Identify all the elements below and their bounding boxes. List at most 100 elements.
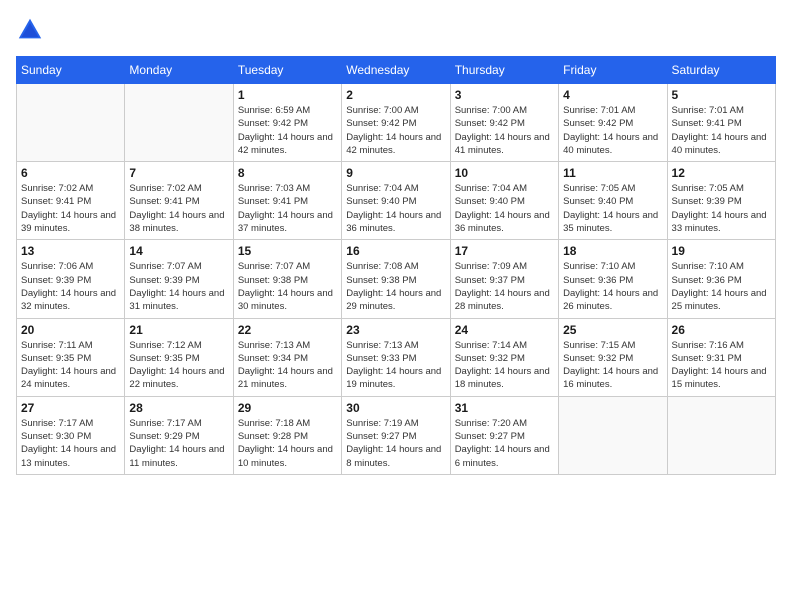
day-number: 19: [672, 244, 771, 258]
calendar-cell: [559, 396, 667, 474]
calendar-cell: 6 Sunrise: 7:02 AM Sunset: 9:41 PM Daylig…: [17, 162, 125, 240]
calendar-cell: 31Sunrise: 7:20 AM Sunset: 9:27 PM Dayli…: [450, 396, 558, 474]
day-number: 30: [346, 401, 445, 415]
calendar-week-2: 6 Sunrise: 7:02 AM Sunset: 9:41 PM Daylig…: [17, 162, 776, 240]
day-number: 8: [238, 166, 337, 180]
day-number: 10: [455, 166, 554, 180]
day-info: Sunrise: 7:14 AM Sunset: 9:32 PM Dayligh…: [455, 339, 554, 392]
calendar-cell: 9 Sunrise: 7:04 AM Sunset: 9:40 PM Daylig…: [342, 162, 450, 240]
day-info: Sunrise: 7:02 AM Sunset: 9:41 PM Dayligh…: [21, 182, 120, 235]
day-info: Sunrise: 7:12 AM Sunset: 9:35 PM Dayligh…: [129, 339, 228, 392]
calendar-cell: 17 Sunrise: 7:09 AM Sunset: 9:37 PM Dayli…: [450, 240, 558, 318]
calendar-table: SundayMondayTuesdayWednesdayThursdayFrid…: [16, 56, 776, 475]
calendar-cell: 12 Sunrise: 7:05 AM Sunset: 9:39 PM Dayli…: [667, 162, 775, 240]
calendar-cell: 25 Sunrise: 7:15 AM Sunset: 9:32 PM Dayli…: [559, 318, 667, 396]
day-number: 15: [238, 244, 337, 258]
calendar-week-3: 13 Sunrise: 7:06 AM Sunset: 9:39 PM Dayli…: [17, 240, 776, 318]
day-number: 18: [563, 244, 662, 258]
calendar-cell: 22 Sunrise: 7:13 AM Sunset: 9:34 PM Dayli…: [233, 318, 341, 396]
day-info: Sunrise: 7:07 AM Sunset: 9:38 PM Dayligh…: [238, 260, 337, 313]
day-info: Sunrise: 7:04 AM Sunset: 9:40 PM Dayligh…: [455, 182, 554, 235]
day-number: 23: [346, 323, 445, 337]
calendar-cell: 28 Sunrise: 7:17 AM Sunset: 9:29 PM Dayli…: [125, 396, 233, 474]
calendar-cell: 29 Sunrise: 7:18 AM Sunset: 9:28 PM Dayli…: [233, 396, 341, 474]
calendar-week-4: 20Sunrise: 7:11 AM Sunset: 9:35 PM Dayli…: [17, 318, 776, 396]
day-info: Sunrise: 7:01 AM Sunset: 9:41 PM Dayligh…: [672, 104, 771, 157]
day-info: Sunrise: 7:10 AM Sunset: 9:36 PM Dayligh…: [563, 260, 662, 313]
calendar-week-1: 1 Sunrise: 6:59 AM Sunset: 9:42 PM Daylig…: [17, 84, 776, 162]
page-header: [16, 16, 776, 44]
column-header-thursday: Thursday: [450, 57, 558, 84]
logo-icon: [16, 16, 44, 44]
calendar-cell: 20Sunrise: 7:11 AM Sunset: 9:35 PM Dayli…: [17, 318, 125, 396]
day-info: Sunrise: 7:10 AM Sunset: 9:36 PM Dayligh…: [672, 260, 771, 313]
calendar-header-row: SundayMondayTuesdayWednesdayThursdayFrid…: [17, 57, 776, 84]
day-info: Sunrise: 7:19 AM Sunset: 9:27 PM Dayligh…: [346, 417, 445, 470]
day-number: 25: [563, 323, 662, 337]
calendar-cell: 13 Sunrise: 7:06 AM Sunset: 9:39 PM Dayli…: [17, 240, 125, 318]
day-number: 29: [238, 401, 337, 415]
day-number: 6: [21, 166, 120, 180]
day-info: Sunrise: 7:11 AM Sunset: 9:35 PM Dayligh…: [21, 339, 120, 392]
calendar-cell: 5 Sunrise: 7:01 AM Sunset: 9:41 PM Daylig…: [667, 84, 775, 162]
day-number: 12: [672, 166, 771, 180]
day-info: Sunrise: 7:00 AM Sunset: 9:42 PM Dayligh…: [455, 104, 554, 157]
column-header-sunday: Sunday: [17, 57, 125, 84]
day-number: 7: [129, 166, 228, 180]
day-info: Sunrise: 7:06 AM Sunset: 9:39 PM Dayligh…: [21, 260, 120, 313]
calendar-cell: 8Sunrise: 7:03 AM Sunset: 9:41 PM Daylig…: [233, 162, 341, 240]
calendar-cell: 26Sunrise: 7:16 AM Sunset: 9:31 PM Dayli…: [667, 318, 775, 396]
day-number: 22: [238, 323, 337, 337]
column-header-saturday: Saturday: [667, 57, 775, 84]
calendar-cell: 7 Sunrise: 7:02 AM Sunset: 9:41 PM Daylig…: [125, 162, 233, 240]
day-info: Sunrise: 7:15 AM Sunset: 9:32 PM Dayligh…: [563, 339, 662, 392]
day-number: 21: [129, 323, 228, 337]
calendar-cell: 4 Sunrise: 7:01 AM Sunset: 9:42 PM Daylig…: [559, 84, 667, 162]
day-info: Sunrise: 7:04 AM Sunset: 9:40 PM Dayligh…: [346, 182, 445, 235]
calendar-cell: 24 Sunrise: 7:14 AM Sunset: 9:32 PM Dayli…: [450, 318, 558, 396]
day-info: Sunrise: 6:59 AM Sunset: 9:42 PM Dayligh…: [238, 104, 337, 157]
calendar-cell: 21 Sunrise: 7:12 AM Sunset: 9:35 PM Dayli…: [125, 318, 233, 396]
day-number: 13: [21, 244, 120, 258]
logo: [16, 16, 48, 44]
day-number: 31: [455, 401, 554, 415]
day-info: Sunrise: 7:07 AM Sunset: 9:39 PM Dayligh…: [129, 260, 228, 313]
calendar-cell: 27 Sunrise: 7:17 AM Sunset: 9:30 PM Dayli…: [17, 396, 125, 474]
day-number: 5: [672, 88, 771, 102]
calendar-cell: 15 Sunrise: 7:07 AM Sunset: 9:38 PM Dayli…: [233, 240, 341, 318]
day-info: Sunrise: 7:02 AM Sunset: 9:41 PM Dayligh…: [129, 182, 228, 235]
calendar-cell: 11Sunrise: 7:05 AM Sunset: 9:40 PM Dayli…: [559, 162, 667, 240]
calendar-cell: 3Sunrise: 7:00 AM Sunset: 9:42 PM Daylig…: [450, 84, 558, 162]
calendar-cell: [667, 396, 775, 474]
day-number: 24: [455, 323, 554, 337]
calendar-cell: 16 Sunrise: 7:08 AM Sunset: 9:38 PM Dayli…: [342, 240, 450, 318]
calendar-cell: 30 Sunrise: 7:19 AM Sunset: 9:27 PM Dayli…: [342, 396, 450, 474]
day-number: 28: [129, 401, 228, 415]
day-info: Sunrise: 7:00 AM Sunset: 9:42 PM Dayligh…: [346, 104, 445, 157]
day-number: 27: [21, 401, 120, 415]
day-info: Sunrise: 7:17 AM Sunset: 9:30 PM Dayligh…: [21, 417, 120, 470]
day-info: Sunrise: 7:08 AM Sunset: 9:38 PM Dayligh…: [346, 260, 445, 313]
day-info: Sunrise: 7:05 AM Sunset: 9:40 PM Dayligh…: [563, 182, 662, 235]
day-number: 9: [346, 166, 445, 180]
day-info: Sunrise: 7:01 AM Sunset: 9:42 PM Dayligh…: [563, 104, 662, 157]
day-info: Sunrise: 7:13 AM Sunset: 9:33 PM Dayligh…: [346, 339, 445, 392]
day-number: 1: [238, 88, 337, 102]
day-info: Sunrise: 7:18 AM Sunset: 9:28 PM Dayligh…: [238, 417, 337, 470]
day-number: 26: [672, 323, 771, 337]
calendar-cell: 19 Sunrise: 7:10 AM Sunset: 9:36 PM Dayli…: [667, 240, 775, 318]
day-info: Sunrise: 7:05 AM Sunset: 9:39 PM Dayligh…: [672, 182, 771, 235]
day-info: Sunrise: 7:09 AM Sunset: 9:37 PM Dayligh…: [455, 260, 554, 313]
day-number: 4: [563, 88, 662, 102]
calendar-cell: 2 Sunrise: 7:00 AM Sunset: 9:42 PM Daylig…: [342, 84, 450, 162]
column-header-tuesday: Tuesday: [233, 57, 341, 84]
day-info: Sunrise: 7:17 AM Sunset: 9:29 PM Dayligh…: [129, 417, 228, 470]
day-number: 17: [455, 244, 554, 258]
calendar-cell: 10 Sunrise: 7:04 AM Sunset: 9:40 PM Dayli…: [450, 162, 558, 240]
day-info: Sunrise: 7:13 AM Sunset: 9:34 PM Dayligh…: [238, 339, 337, 392]
day-number: 16: [346, 244, 445, 258]
day-number: 2: [346, 88, 445, 102]
calendar-cell: [17, 84, 125, 162]
calendar-cell: 1 Sunrise: 6:59 AM Sunset: 9:42 PM Daylig…: [233, 84, 341, 162]
calendar-week-5: 27 Sunrise: 7:17 AM Sunset: 9:30 PM Dayli…: [17, 396, 776, 474]
